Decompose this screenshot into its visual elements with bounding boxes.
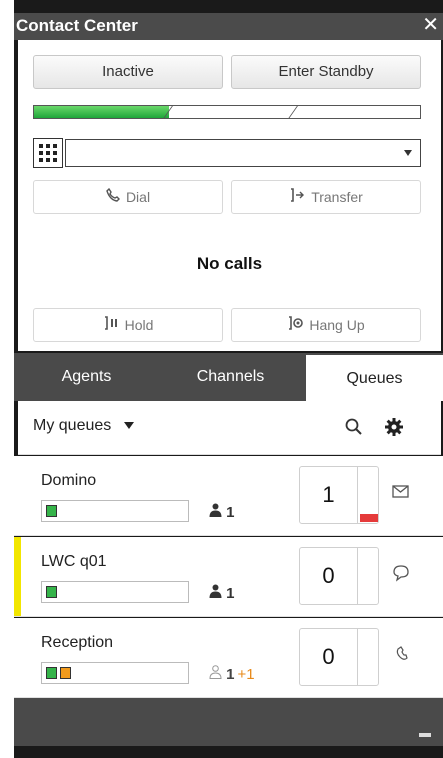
hang-up-button[interactable]: Hang Up [231,308,421,342]
window-title: Contact Center [16,16,138,35]
queue-status-square [46,586,57,598]
phone-icon [106,181,120,213]
status-progress-bar [33,105,421,119]
queue-status-bar [41,500,189,522]
queue-name: Reception [41,634,114,651]
queue-count-box[interactable]: 0 [299,628,379,686]
close-icon[interactable]: ✕ [422,14,439,36]
queue-row-reception[interactable]: Reception 1 +1 0 [14,618,443,698]
tab-channels[interactable]: Channels [159,353,302,401]
queue-accent [14,618,21,697]
keypad-icon[interactable] [33,138,63,168]
queue-agent-count: 1 [226,504,235,521]
my-queues-label: My queues [33,417,112,434]
queue-row-domino[interactable]: Domino 1 1 [14,456,443,536]
inactive-button[interactable]: Inactive [33,55,223,89]
queue-status-square [46,667,57,679]
call-panel: Inactive Enter Standby Dial Transfer No … [18,40,441,351]
queue-count-box[interactable]: 1 [299,466,379,524]
person-outline-icon [209,665,222,679]
caret-down-icon [123,422,134,430]
person-icon [209,584,222,598]
queue-agent-count: 1 [226,666,235,683]
queue-name: Domino [41,472,97,489]
queue-waiting-count: 1 [300,467,358,523]
queue-agents: 1 +1 [209,665,255,683]
queue-agents: 1 [209,503,235,521]
phone-icon [391,644,411,664]
queue-waiting-count: 0 [300,548,358,604]
queues-toolbar: My queues [18,401,441,455]
queue-waiting-count: 0 [300,629,358,685]
hang-up-label: Hang Up [309,317,365,333]
queue-status-square [46,505,57,517]
queue-agents: 1 [209,584,235,602]
chevron-down-icon[interactable] [404,150,412,156]
hold-button[interactable]: Hold [33,308,223,342]
search-icon[interactable] [344,417,364,437]
title-bar[interactable]: Contact Center ✕ [14,13,443,40]
enter-standby-button[interactable]: Enter Standby [231,55,421,89]
minimize-icon[interactable] [419,733,431,737]
person-icon [209,503,222,517]
hang-up-icon [287,309,304,341]
hold-label: Hold [124,317,154,333]
queue-alert-meter [360,514,378,522]
gear-icon[interactable] [384,417,404,437]
dial-row [33,138,421,168]
queue-agent-count: 1 [226,585,235,602]
queue-accent [14,537,21,616]
queue-count-box[interactable]: 0 [299,547,379,605]
tab-agents[interactable]: Agents [14,353,159,401]
queue-row-lwc-q01[interactable]: LWC q01 1 0 [14,537,443,617]
queue-status-bar [41,581,189,603]
transfer-button[interactable]: Transfer [231,180,421,214]
my-queues-dropdown[interactable]: My queues [33,417,134,435]
chat-bubble-icon [391,563,411,583]
queue-extra-agents: +1 [237,666,255,683]
dial-label: Dial [125,189,151,205]
transfer-label: Transfer [311,189,363,205]
footer-bar [14,698,443,746]
tab-bar: Agents Channels Queues [14,353,443,401]
pause-icon [103,309,119,341]
queue-status-bar [41,662,189,684]
transfer-icon [289,181,305,213]
call-status-text: No calls [196,254,263,273]
status-progress-fill [34,106,170,118]
queue-accent [14,456,21,535]
dial-number-input[interactable] [65,139,421,167]
envelope-icon [391,482,411,502]
dial-button[interactable]: Dial [33,180,223,214]
progress-divider [285,106,300,118]
queue-status-square [60,667,71,679]
queue-name: LWC q01 [41,553,107,570]
tab-queues[interactable]: Queues [306,353,443,401]
